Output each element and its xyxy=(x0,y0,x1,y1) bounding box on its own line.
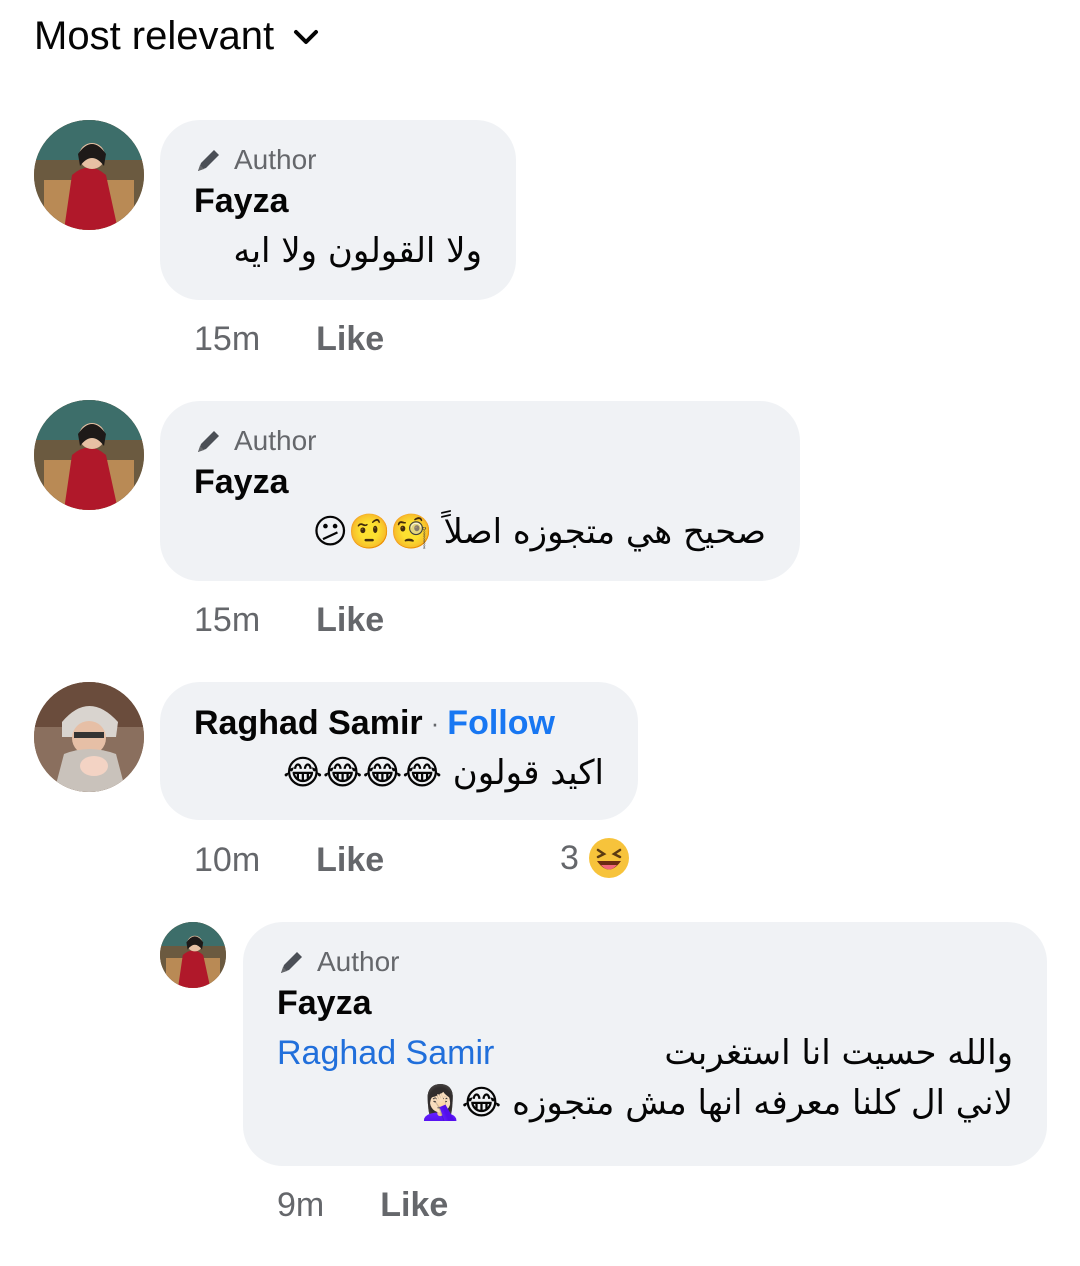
comment-text: اكيد قولون 😂😂😂😂 xyxy=(283,753,604,793)
comment-bubble: Author Fayza ولا القولون ولا ايه xyxy=(160,120,516,300)
sort-label: Most relevant xyxy=(34,14,275,58)
reply-text-line2: لاني ال كلنا معرفه انها مش متجوزه 😂🤦🏻‍♀️ xyxy=(419,1083,1013,1123)
like-button[interactable]: Like xyxy=(316,841,384,880)
reply-bubble: Author Fayza Raghad Samir والله حسيت انا… xyxy=(243,922,1047,1166)
avatar[interactable] xyxy=(34,682,144,792)
comments-page: Most relevant Author Fayza ولا القولون و… xyxy=(0,0,1080,1266)
commenter-name[interactable]: Fayza xyxy=(194,182,289,221)
author-badge: Author xyxy=(277,944,1013,980)
comment-text: ولا القولون ولا ايه xyxy=(233,231,482,271)
name-separator: · xyxy=(430,708,440,738)
author-badge: Author xyxy=(194,423,766,459)
reply-text: والله حسيت انا استغربت xyxy=(664,1033,1013,1073)
author-badge: Author xyxy=(194,142,482,178)
commenter-name[interactable]: Fayza xyxy=(194,463,289,502)
comment-meta: 15m Like xyxy=(194,320,384,359)
like-button[interactable]: Like xyxy=(380,1186,448,1225)
commenter-name[interactable]: Fayza xyxy=(277,984,372,1023)
avatar[interactable] xyxy=(160,922,226,988)
comment-time[interactable]: 15m xyxy=(194,601,260,640)
reply-text-line1: Raghad Samir والله حسيت انا استغربت xyxy=(277,1033,1013,1073)
commenter-name[interactable]: Raghad Samir xyxy=(194,704,423,743)
author-badge-label: Author xyxy=(234,425,317,456)
author-badge-label: Author xyxy=(317,946,400,977)
reaction-summary[interactable]: 3 xyxy=(560,836,631,880)
pencil-icon xyxy=(198,150,219,171)
like-button[interactable]: Like xyxy=(316,601,384,640)
reaction-count: 3 xyxy=(560,838,579,877)
comment-meta: 9m Like xyxy=(277,1186,448,1225)
comment-bubble: Raghad Samir · Follow اكيد قولون 😂😂😂😂 xyxy=(160,682,638,820)
author-badge-label: Author xyxy=(234,144,317,175)
avatar[interactable] xyxy=(34,120,144,230)
comment-text: صحيح هي متجوزه اصلاً 🧐🤨😕 xyxy=(312,512,766,552)
comment-meta: 10m Like xyxy=(194,841,384,880)
comment-time[interactable]: 9m xyxy=(277,1186,324,1225)
comment-time[interactable]: 15m xyxy=(194,320,260,359)
like-button[interactable]: Like xyxy=(316,320,384,359)
mention-link[interactable]: Raghad Samir xyxy=(277,1034,494,1073)
comment-meta: 15m Like xyxy=(194,601,384,640)
laughing-face-icon xyxy=(588,838,629,878)
sort-dropdown[interactable]: Most relevant xyxy=(34,14,320,59)
pencil-icon xyxy=(198,431,219,452)
follow-button[interactable]: Follow xyxy=(447,704,555,743)
comment-bubble: Author Fayza صحيح هي متجوزه اصلاً 🧐🤨😕 xyxy=(160,401,800,581)
chevron-down-icon xyxy=(294,29,319,44)
pencil-icon xyxy=(281,952,302,973)
avatar[interactable] xyxy=(34,400,144,510)
comment-time[interactable]: 10m xyxy=(194,841,260,880)
